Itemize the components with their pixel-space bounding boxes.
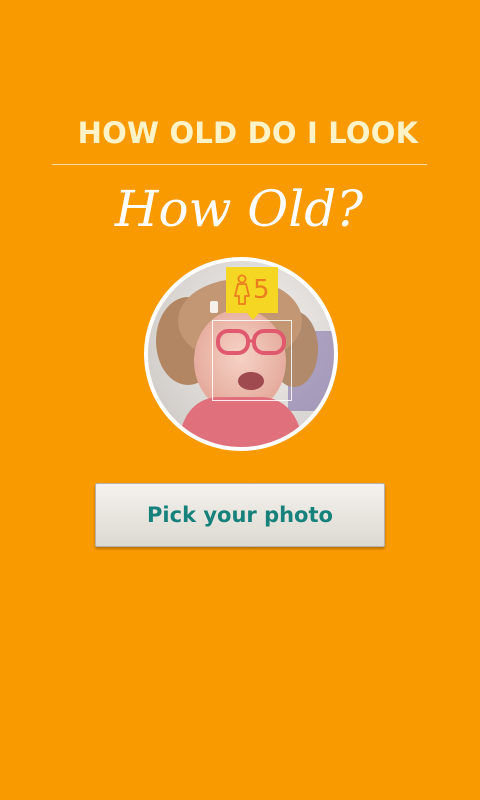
age-badge: 5 — [226, 267, 278, 320]
female-person-icon — [234, 274, 250, 305]
pick-photo-button[interactable]: Pick your photo — [95, 483, 385, 547]
title-divider — [52, 164, 427, 165]
page-title: HOW OLD DO I LOOK — [77, 116, 419, 150]
age-value: 5 — [253, 275, 270, 305]
face-detection-box — [212, 320, 292, 401]
app-heading: How Old? — [114, 180, 364, 238]
